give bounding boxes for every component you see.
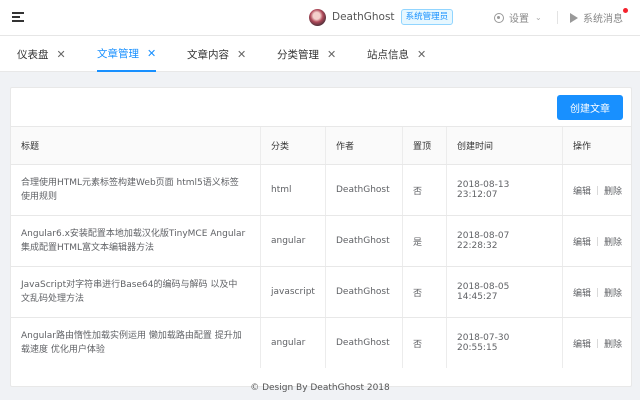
column-header-author: 作者: [325, 127, 402, 164]
article-actions: 编辑 删除: [562, 318, 631, 368]
article-author: DeathGhost: [325, 165, 402, 215]
delete-link[interactable]: 删除: [604, 337, 622, 350]
tab-article-management[interactable]: 文章管理 ✕: [97, 36, 157, 72]
tab-label: 分类管理: [277, 48, 319, 61]
article-title: JavaScript对字符串进行Base64的编码与解码 以及中文乱码处理方法: [21, 280, 238, 304]
tab-dashboard[interactable]: 仪表盘 ✕: [17, 36, 66, 72]
notifications-label: 系统消息: [583, 14, 623, 25]
avatar[interactable]: [309, 8, 326, 26]
article-pinned: 是: [402, 216, 446, 266]
action-separator: [597, 236, 599, 246]
delete-link[interactable]: 删除: [604, 286, 622, 299]
tab-label: 文章内容: [187, 48, 229, 61]
article-category: angular: [260, 216, 325, 266]
table-header-row: 标题 分类 作者 置顶 创建时间 操作: [11, 126, 631, 164]
table-row: Angular路由惰性加载实例运用 懒加载路由配置 提升加载速度 优化用户体验 …: [11, 317, 631, 368]
edit-link[interactable]: 编辑: [573, 184, 591, 197]
tab-article-content[interactable]: 文章内容 ✕: [187, 36, 246, 72]
article-created: 2018-08-13 23:12:07: [446, 165, 562, 215]
header-divider: [557, 11, 558, 24]
column-header-created: 创建时间: [446, 127, 562, 164]
action-separator: [597, 287, 599, 297]
close-icon[interactable]: ✕: [147, 47, 156, 60]
article-actions: 编辑 删除: [562, 216, 631, 266]
table-row: 合理使用HTML元素标签构建Web页面 html5语义标签使用规则 html D…: [11, 164, 631, 215]
article-title: 合理使用HTML元素标签构建Web页面 html5语义标签使用规则: [21, 178, 239, 202]
gear-icon: [494, 12, 504, 23]
role-badge: 系统管理员: [400, 9, 454, 25]
close-icon[interactable]: ✕: [327, 48, 336, 61]
table-row: Angular6.x安装配置本地加载汉化版TinyMCE Angular集成配置…: [11, 215, 631, 266]
edit-link[interactable]: 编辑: [573, 286, 591, 299]
unread-dot: [623, 8, 628, 13]
edit-link[interactable]: 编辑: [573, 337, 591, 350]
article-actions: 编辑 删除: [562, 165, 631, 215]
article-category: html: [260, 165, 325, 215]
edit-link[interactable]: 编辑: [573, 235, 591, 248]
column-header-pinned: 置顶: [402, 127, 446, 164]
footer-copyright: © Design By DeathGhost 2018: [250, 383, 390, 393]
username: DeathGhost: [332, 11, 395, 23]
user-info[interactable]: DeathGhost 系统管理员: [309, 8, 454, 26]
settings-label: 设置: [509, 14, 529, 25]
article-created: 2018-07-30 20:55:15: [446, 318, 562, 368]
delete-link[interactable]: 删除: [604, 235, 622, 248]
article-author: DeathGhost: [325, 267, 402, 317]
article-created: 2018-08-05 14:45:27: [446, 267, 562, 317]
column-header-title: 标题: [21, 142, 40, 152]
article-actions: 编辑 删除: [562, 267, 631, 317]
table-row: JavaScript对字符串进行Base64的编码与解码 以及中文乱码处理方法 …: [11, 266, 631, 317]
action-separator: [597, 338, 599, 348]
article-category: javascript: [260, 267, 325, 317]
tab-bar: 仪表盘 ✕ 文章管理 ✕ 文章内容 ✕ 分类管理 ✕ 站点信息 ✕: [0, 36, 640, 72]
tab-label: 站点信息: [367, 48, 409, 61]
article-author: DeathGhost: [325, 216, 402, 266]
column-header-category: 分类: [260, 127, 325, 164]
close-icon[interactable]: ✕: [237, 48, 246, 61]
article-list-card: 创建文章 标题 分类 作者 置顶 创建时间 操作 合理使用HTML元素标签构建W…: [10, 87, 632, 387]
article-pinned: 否: [402, 318, 446, 368]
article-author: DeathGhost: [325, 318, 402, 368]
article-pinned: 否: [402, 267, 446, 317]
top-bar: DeathGhost 系统管理员 设置 ⌄ 系统消息: [0, 0, 640, 36]
close-icon[interactable]: ✕: [57, 48, 66, 61]
tab-site-info[interactable]: 站点信息 ✕: [367, 36, 426, 72]
article-created: 2018-08-07 22:28:32: [446, 216, 562, 266]
column-header-actions: 操作: [562, 127, 631, 164]
tab-label: 仪表盘: [17, 48, 49, 61]
action-separator: [597, 185, 599, 195]
settings-menu[interactable]: 设置 ⌄: [494, 10, 542, 25]
close-icon[interactable]: ✕: [417, 48, 426, 61]
article-category: angular: [260, 318, 325, 368]
tab-category-management[interactable]: 分类管理 ✕: [277, 36, 336, 72]
delete-link[interactable]: 删除: [604, 184, 622, 197]
article-title: Angular6.x安装配置本地加载汉化版TinyMCE Angular集成配置…: [21, 229, 246, 253]
notifications-button[interactable]: 系统消息: [570, 8, 628, 25]
tab-label: 文章管理: [97, 47, 139, 60]
menu-toggle-icon[interactable]: [12, 11, 25, 23]
article-pinned: 否: [402, 165, 446, 215]
article-title: Angular路由惰性加载实例运用 懒加载路由配置 提升加载速度 优化用户体验: [21, 331, 242, 355]
send-icon: [570, 12, 578, 23]
create-article-button[interactable]: 创建文章: [557, 95, 623, 120]
chevron-down-icon: ⌄: [535, 13, 542, 22]
